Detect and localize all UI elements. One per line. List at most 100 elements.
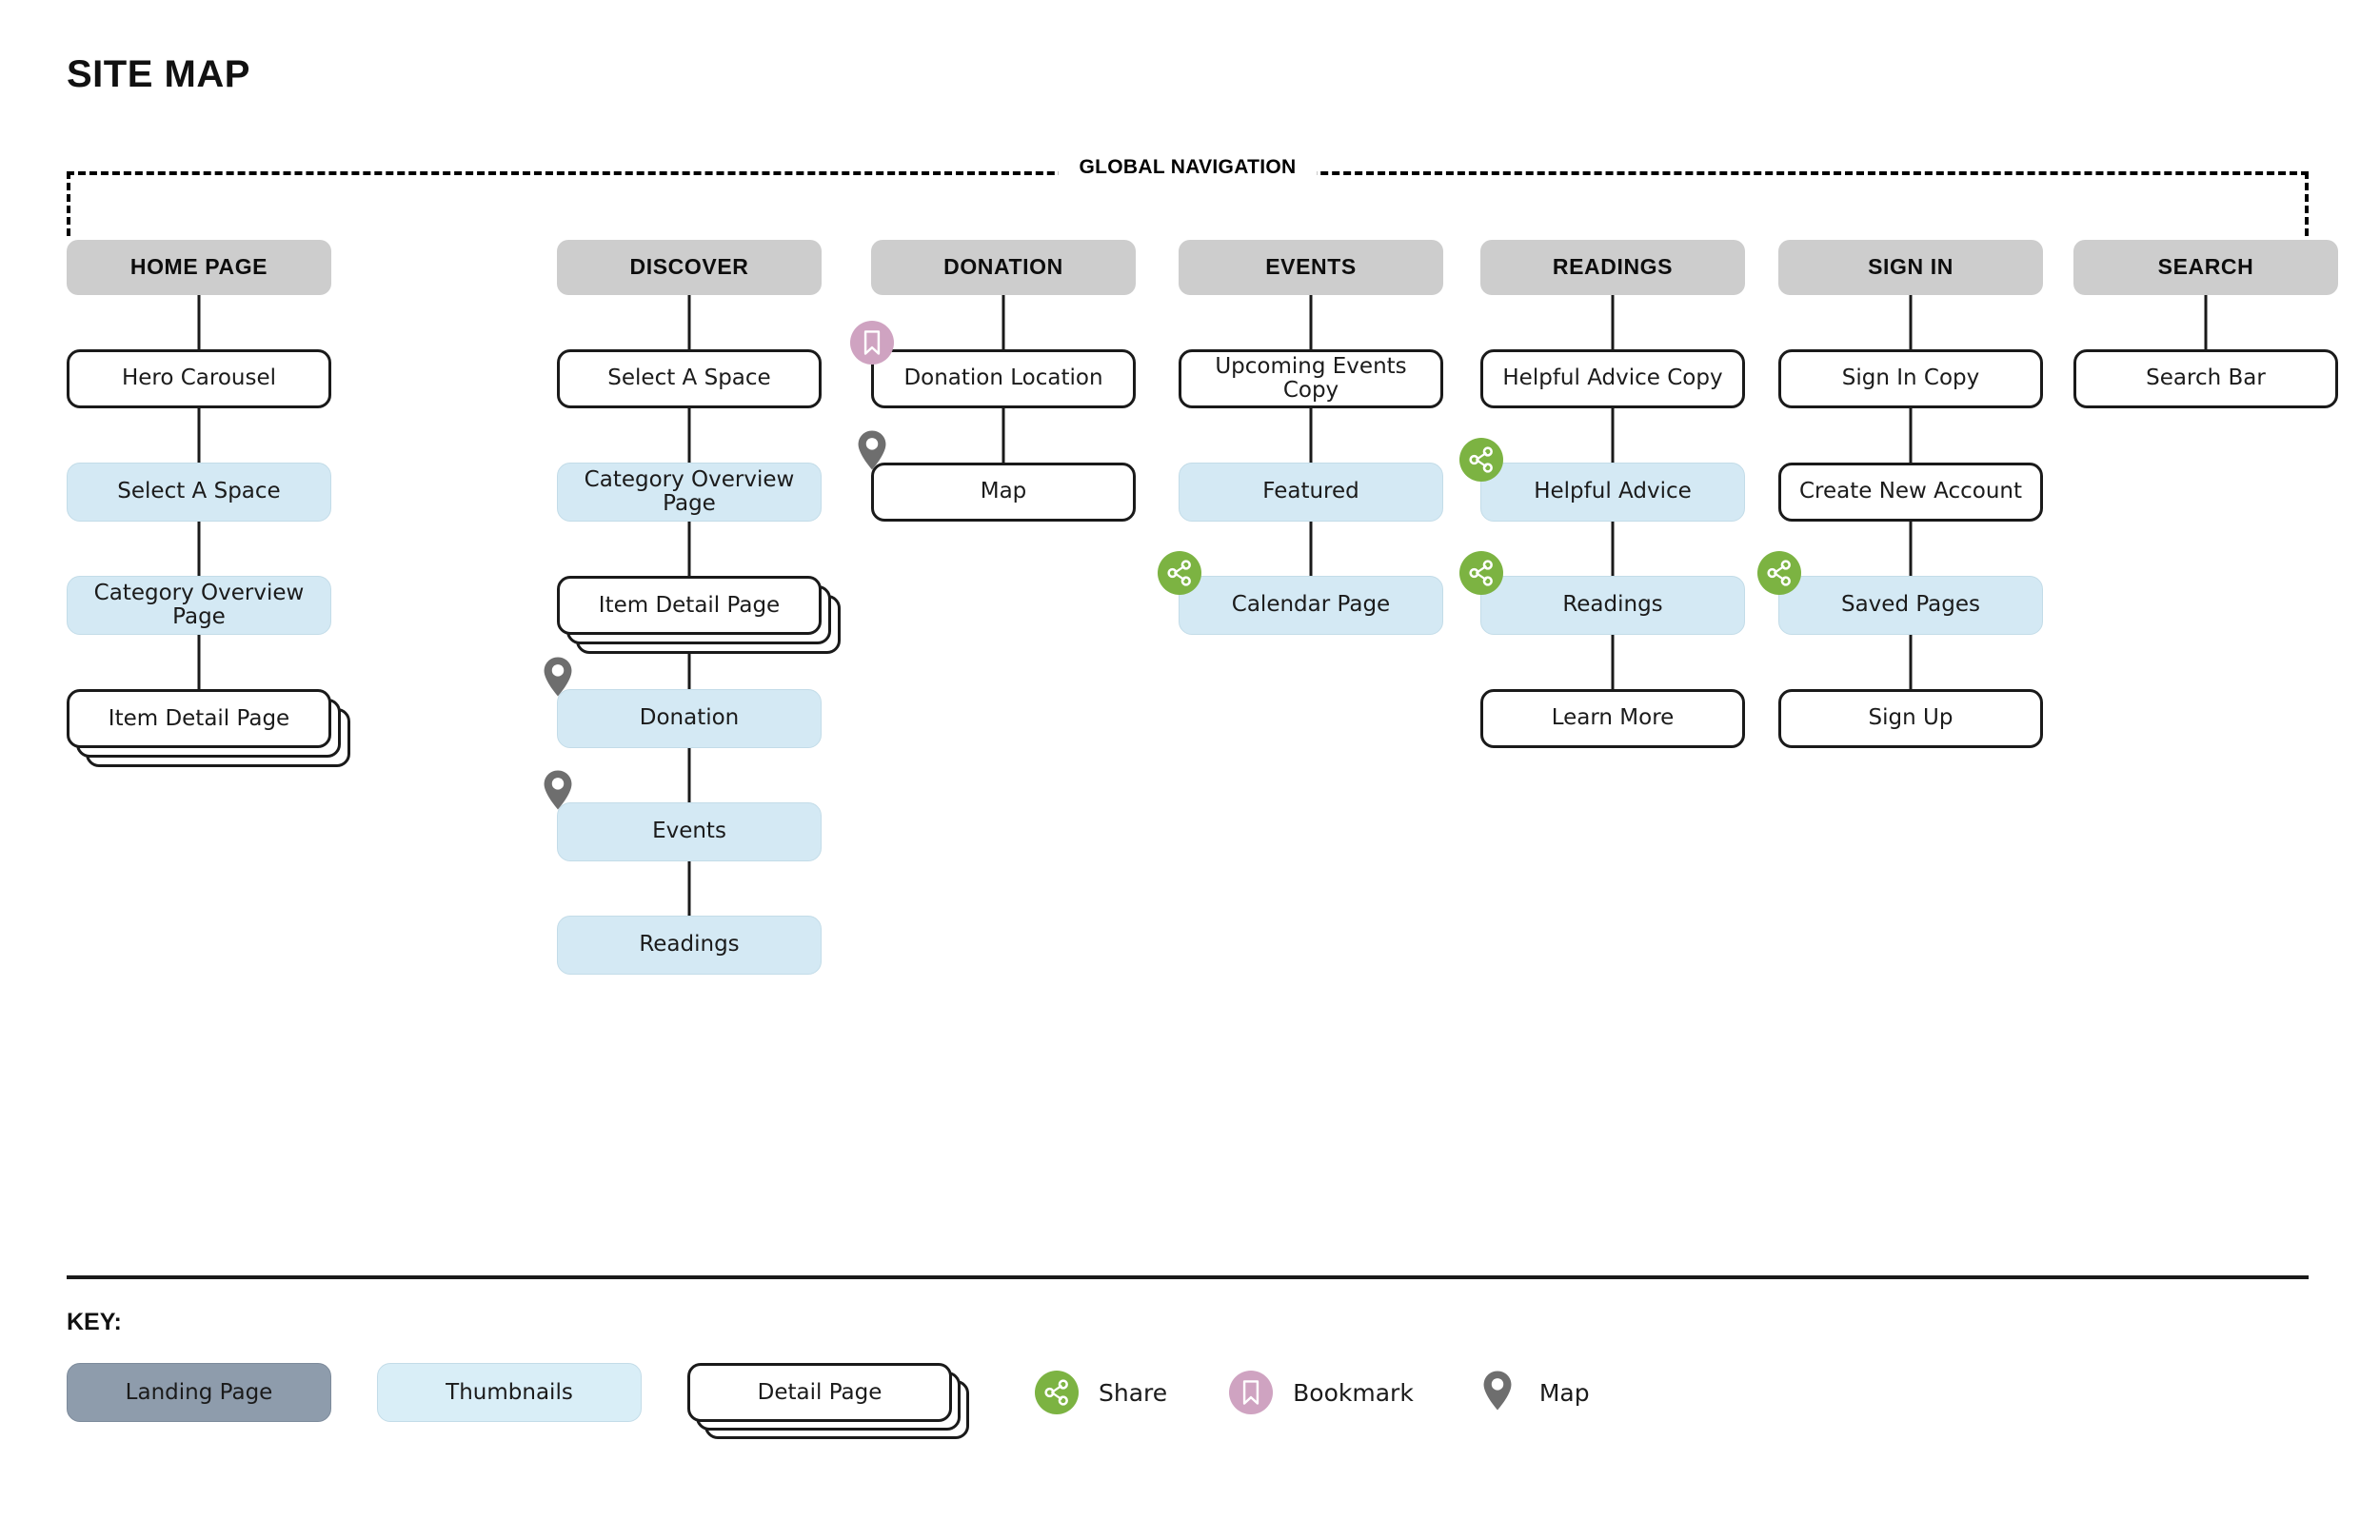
connector-line bbox=[1909, 635, 1913, 689]
node-label: Item Detail Page bbox=[557, 576, 822, 635]
node-readings-2[interactable]: Readings bbox=[1480, 576, 1745, 635]
key-legend: Landing Page Thumbnails Detail Page Share Bo… bbox=[67, 1350, 1649, 1439]
connector-line bbox=[1909, 408, 1913, 463]
connector-line bbox=[2204, 295, 2208, 349]
node-donation-0[interactable]: Donation Location bbox=[871, 349, 1136, 408]
badge-map[interactable] bbox=[542, 768, 574, 812]
connector-line bbox=[687, 861, 691, 916]
column-header-sign-in[interactable]: SIGN IN bbox=[1778, 240, 2043, 295]
bookmark-glyph bbox=[1226, 1368, 1276, 1417]
badge-share[interactable] bbox=[1459, 551, 1503, 595]
column-header-discover[interactable]: DISCOVER bbox=[557, 240, 822, 295]
node-search-0[interactable]: Search Bar bbox=[2073, 349, 2338, 408]
node-sign-in-1[interactable]: Create New Account bbox=[1778, 463, 2043, 522]
node-label: Item Detail Page bbox=[67, 689, 331, 748]
bookmark-icon bbox=[850, 321, 894, 365]
key-divider bbox=[67, 1275, 2309, 1279]
share-icon bbox=[1158, 551, 1201, 595]
global-nav-right-stub bbox=[2305, 171, 2309, 236]
map-pin-icon bbox=[856, 430, 888, 476]
connector-line bbox=[1309, 295, 1313, 349]
node-sign-in-3[interactable]: Sign Up bbox=[1778, 689, 2043, 748]
connector-line bbox=[1002, 408, 1005, 463]
share-icon bbox=[1459, 438, 1503, 482]
badge-share[interactable] bbox=[1158, 551, 1201, 595]
column-header-donation[interactable]: DONATION bbox=[871, 240, 1136, 295]
node-home-page-1[interactable]: Select A Space bbox=[67, 463, 331, 522]
connector-line bbox=[197, 408, 201, 463]
connector-line bbox=[1909, 295, 1913, 349]
map-pin-icon bbox=[1481, 1369, 1514, 1416]
key-icon-label: Share bbox=[1099, 1378, 1168, 1407]
node-discover-5[interactable]: Readings bbox=[557, 916, 822, 975]
page-title: SITE MAP bbox=[67, 53, 250, 95]
column-home-page: HOME PAGE Hero Carousel Select A Space Cate… bbox=[67, 240, 350, 767]
connector-line bbox=[687, 408, 691, 463]
node-sign-in-0[interactable]: Sign In Copy bbox=[1778, 349, 2043, 408]
node-readings-1[interactable]: Helpful Advice bbox=[1480, 463, 1745, 522]
badge-map[interactable] bbox=[856, 428, 888, 472]
node-events-2[interactable]: Calendar Page bbox=[1179, 576, 1443, 635]
node-donation-1[interactable]: Map bbox=[871, 463, 1136, 522]
key-swatch-label: Detail Page bbox=[687, 1363, 952, 1422]
share-icon bbox=[1459, 551, 1503, 595]
share-glyph bbox=[1032, 1368, 1081, 1417]
node-home-page-3[interactable]: Item Detail Page bbox=[67, 689, 350, 767]
connector-line bbox=[687, 295, 691, 349]
connector-line bbox=[687, 522, 691, 576]
key-icon-bookmark: Bookmark bbox=[1226, 1368, 1414, 1417]
column-readings: READINGS Helpful Advice Copy Helpful Advic… bbox=[1459, 240, 1745, 748]
connector-line bbox=[1002, 295, 1005, 349]
badge-map[interactable] bbox=[542, 655, 574, 699]
global-nav-label: GLOBAL NAVIGATION bbox=[1058, 156, 1318, 179]
connector-line bbox=[197, 635, 201, 689]
node-discover-3[interactable]: Donation bbox=[557, 689, 822, 748]
node-readings-3[interactable]: Learn More bbox=[1480, 689, 1745, 748]
badge-bookmark[interactable] bbox=[850, 321, 894, 365]
column-discover: DISCOVER Select A Space Category Overview … bbox=[544, 240, 841, 975]
node-events-1[interactable]: Featured bbox=[1179, 463, 1443, 522]
column-sign-in: SIGN IN Sign In Copy Create New Account Sav… bbox=[1757, 240, 2043, 748]
key-icon-label: Bookmark bbox=[1293, 1378, 1414, 1407]
connector-line bbox=[1611, 635, 1615, 689]
node-discover-0[interactable]: Select A Space bbox=[557, 349, 822, 408]
key-icon-map: Map bbox=[1473, 1368, 1590, 1417]
column-header-search[interactable]: SEARCH bbox=[2073, 240, 2338, 295]
node-events-0[interactable]: Upcoming Events Copy bbox=[1179, 349, 1443, 408]
key-icon-share: Share bbox=[1032, 1368, 1167, 1417]
connector-line bbox=[197, 295, 201, 349]
column-search: SEARCH Search Bar bbox=[2073, 240, 2338, 408]
connector-line bbox=[1611, 295, 1615, 349]
node-discover-4[interactable]: Events bbox=[557, 802, 822, 861]
sitemap-columns: HOME PAGE Hero Carousel Select A Space Cate… bbox=[0, 240, 2380, 1096]
map-pin-icon bbox=[542, 657, 574, 702]
connector-line bbox=[1309, 522, 1313, 576]
global-nav-left-stub bbox=[67, 171, 70, 236]
node-discover-2[interactable]: Item Detail Page bbox=[557, 576, 841, 654]
column-header-events[interactable]: EVENTS bbox=[1179, 240, 1443, 295]
node-home-page-2[interactable]: Category Overview Page bbox=[67, 576, 331, 635]
node-home-page-0[interactable]: Hero Carousel bbox=[67, 349, 331, 408]
map-pin-icon bbox=[542, 770, 574, 816]
connector-line bbox=[687, 748, 691, 802]
connector-line bbox=[1611, 522, 1615, 576]
key-title: KEY: bbox=[67, 1309, 122, 1335]
connector-line bbox=[1909, 522, 1913, 576]
badge-share[interactable] bbox=[1459, 438, 1503, 482]
node-sign-in-2[interactable]: Saved Pages bbox=[1778, 576, 2043, 635]
node-readings-0[interactable]: Helpful Advice Copy bbox=[1480, 349, 1745, 408]
share-icon bbox=[1757, 551, 1801, 595]
column-events: EVENTS Upcoming Events Copy Featured Calend… bbox=[1158, 240, 1443, 635]
node-discover-1[interactable]: Category Overview Page bbox=[557, 463, 822, 522]
badge-share[interactable] bbox=[1757, 551, 1801, 595]
connector-line bbox=[197, 522, 201, 576]
map-glyph bbox=[1473, 1368, 1522, 1417]
bookmark-icon bbox=[1229, 1371, 1274, 1414]
key-swatch-detail-page: Detail Page bbox=[687, 1363, 969, 1439]
key-icon-label: Map bbox=[1538, 1378, 1590, 1407]
key-swatch-thumbnails: Thumbnails bbox=[377, 1363, 642, 1422]
key-swatch-landing-page: Landing Page bbox=[67, 1363, 331, 1422]
column-header-home-page[interactable]: HOME PAGE bbox=[67, 240, 331, 295]
column-header-readings[interactable]: READINGS bbox=[1480, 240, 1745, 295]
column-donation: DONATION Donation Location Map bbox=[850, 240, 1136, 522]
